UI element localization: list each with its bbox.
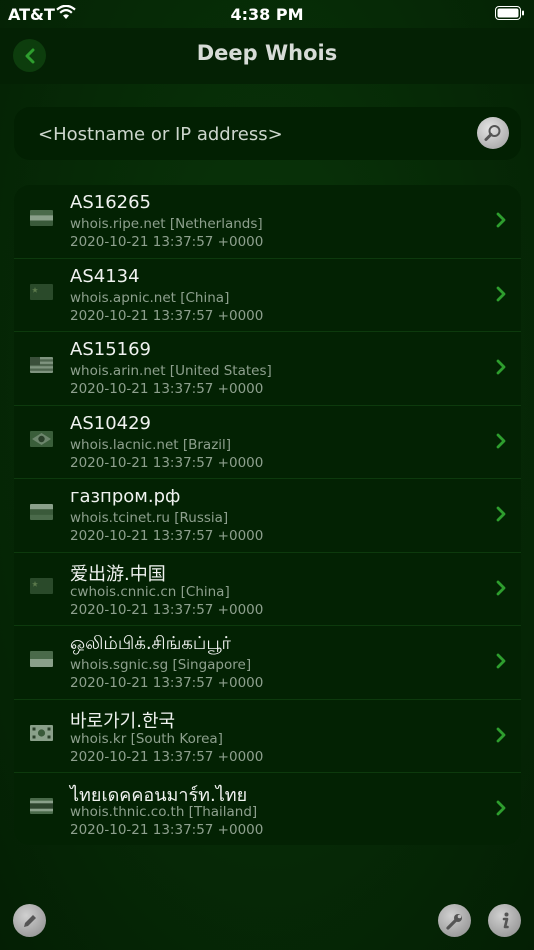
- battery-icon: [495, 6, 525, 25]
- result-row[interactable]: 爱出游.中国 cwhois.cnnic.cn [China] 2020-10-2…: [14, 553, 521, 626]
- navigation-bar: Deep Whois: [0, 28, 534, 84]
- result-whois-server: whois.thnic.co.th [Thailand]: [70, 804, 258, 820]
- status-time: 4:38 PM: [230, 5, 304, 24]
- result-whois-server: whois.lacnic.net [Brazil]: [70, 436, 232, 453]
- info-icon: [502, 912, 509, 928]
- result-row[interactable]: газпром.рф whois.tcinet.ru [Russia] 2020…: [14, 479, 521, 553]
- result-domain: AS4134: [70, 265, 140, 287]
- result-date: 2020-10-21 13:37:57 +0000: [70, 381, 264, 397]
- info-button[interactable]: [488, 904, 521, 937]
- result-domain: AS10429: [70, 412, 151, 434]
- chevron-right-icon: [496, 433, 506, 453]
- brazil-flag-icon: [30, 430, 53, 447]
- result-date: 2020-10-21 13:37:57 +0000: [70, 822, 264, 838]
- result-date: 2020-10-21 13:37:57 +0000: [70, 234, 264, 250]
- result-whois-server: whois.apnic.net [China]: [70, 289, 230, 306]
- result-domain: газпром.рф: [70, 486, 181, 507]
- result-domain: 바로가기.한국: [70, 710, 176, 732]
- result-whois-server: whois.kr [South Korea]: [70, 730, 223, 747]
- result-whois-server: cwhois.cnnic.cn [China]: [70, 583, 230, 600]
- chevron-right-icon: [496, 653, 506, 673]
- chevron-right-icon: [496, 286, 506, 306]
- result-whois-server: whois.tcinet.ru [Russia]: [70, 510, 229, 526]
- pencil-icon: [23, 914, 36, 927]
- result-date: 2020-10-21 13:37:57 +0000: [70, 675, 264, 691]
- chevron-right-icon: [496, 727, 506, 747]
- result-date: 2020-10-21 13:37:57 +0000: [70, 307, 264, 324]
- china-flag-icon: [30, 577, 53, 594]
- russia-flag-icon: [30, 504, 53, 520]
- result-domain: ஒலிம்பிக்.சிங்கப்பூர்: [70, 633, 231, 654]
- chevron-right-icon: [496, 212, 506, 232]
- result-row[interactable]: AS15169 whois.arin.net [United States] 2…: [14, 332, 521, 406]
- magnifier-icon: [484, 125, 501, 141]
- chevron-right-icon: [496, 580, 506, 600]
- us-flag-icon: [30, 357, 53, 373]
- result-row[interactable]: 바로가기.한국 whois.kr [South Korea] 2020-10-2…: [14, 700, 521, 773]
- chevron-right-icon: [496, 800, 506, 820]
- hostname-input[interactable]: [36, 107, 460, 162]
- result-whois-server: whois.arin.net [United States]: [70, 363, 272, 379]
- wrench-icon: [445, 913, 462, 930]
- result-date: 2020-10-21 13:37:57 +0000: [70, 601, 264, 618]
- result-row[interactable]: AS10429 whois.lacnic.net [Brazil] 2020-1…: [14, 406, 521, 479]
- result-date: 2020-10-21 13:37:57 +0000: [70, 454, 264, 471]
- search-button[interactable]: [477, 117, 509, 149]
- settings-button[interactable]: [438, 904, 471, 937]
- result-date: 2020-10-21 13:37:57 +0000: [70, 528, 264, 544]
- result-row[interactable]: ไทยเดคคอนมาร์ท.ไทย whois.thnic.co.th [Th…: [14, 773, 521, 845]
- app-screen: AT&T 4:38 PM Deep Whois <Hostname or IP …: [0, 0, 534, 950]
- result-whois-server: whois.sgnic.sg [Singapore]: [70, 657, 252, 673]
- result-whois-server: whois.ripe.net [Netherlands]: [70, 216, 263, 232]
- chevron-right-icon: [496, 506, 506, 526]
- thailand-flag-icon: [30, 798, 53, 814]
- south-korea-flag-icon: [30, 724, 53, 741]
- result-domain: 爱出游.中国: [70, 563, 166, 585]
- edit-button[interactable]: [13, 904, 46, 937]
- result-row[interactable]: AS16265 whois.ripe.net [Netherlands] 202…: [14, 185, 521, 259]
- page-title: Deep Whois: [196, 41, 338, 65]
- result-row[interactable]: ஒலிம்பிக்.சிங்கப்பூர் whois.sgnic.sg [Si…: [14, 626, 521, 700]
- singapore-flag-icon: [30, 651, 53, 667]
- result-domain: AS16265: [70, 192, 151, 213]
- whois-results-list: AS16265 whois.ripe.net [Netherlands] 202…: [14, 185, 521, 845]
- search-bar: [14, 107, 521, 162]
- netherlands-flag-icon: [30, 210, 53, 226]
- china-flag-icon: [30, 283, 53, 300]
- status-bar: AT&T 4:38 PM: [0, 0, 534, 28]
- result-domain: AS15169: [70, 339, 151, 360]
- result-row[interactable]: AS4134 whois.apnic.net [China] 2020-10-2…: [14, 259, 521, 332]
- chevron-right-icon: [496, 359, 506, 379]
- result-date: 2020-10-21 13:37:57 +0000: [70, 748, 264, 765]
